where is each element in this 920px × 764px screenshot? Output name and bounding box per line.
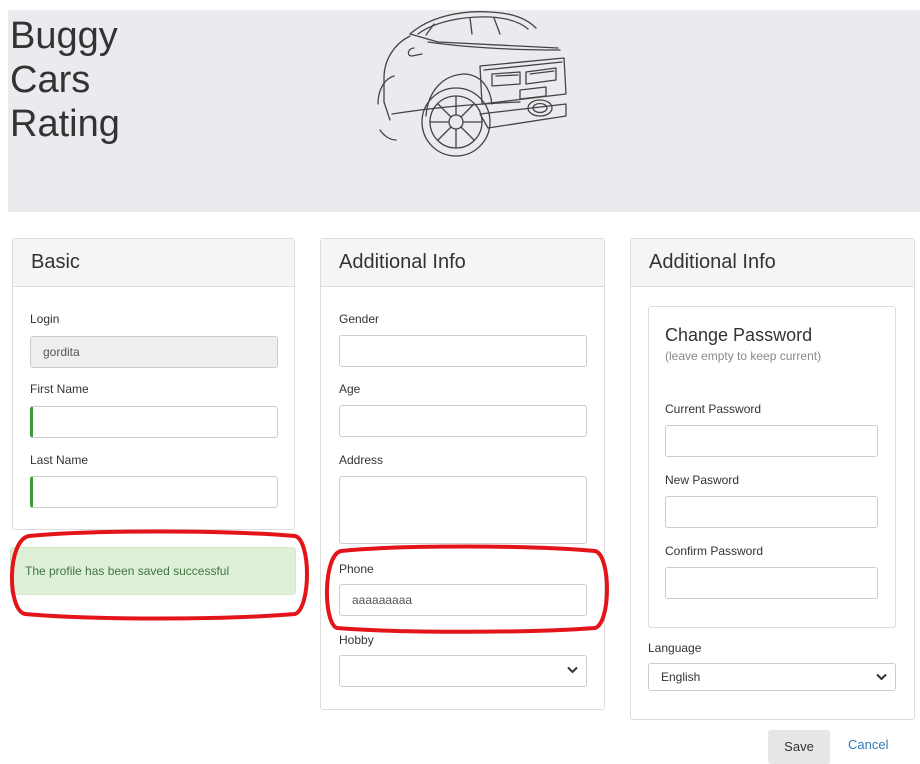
language-label: Language <box>648 641 702 655</box>
hobby-select[interactable] <box>339 655 587 687</box>
password-panel-title: Additional Info <box>631 239 914 287</box>
address-textarea[interactable] <box>339 476 587 544</box>
confirm-password-input[interactable] <box>665 567 878 599</box>
gender-input[interactable] <box>339 335 587 367</box>
change-password-title: Change Password <box>665 325 813 345</box>
hobby-label: Hobby <box>339 633 374 647</box>
brand-line-2: Cars <box>10 59 91 101</box>
save-button[interactable]: Save <box>768 730 830 764</box>
brand-title[interactable]: Buggy Cars Rating <box>10 14 120 146</box>
basic-panel-title: Basic <box>13 239 294 287</box>
first-name-input[interactable] <box>30 406 278 438</box>
language-selected-value: English <box>661 670 701 684</box>
login-value: gordita <box>43 345 80 359</box>
first-name-label: First Name <box>30 382 89 396</box>
login-field: gordita <box>30 336 278 368</box>
new-password-label: New Pasword <box>665 473 740 487</box>
highlight-ellipse-phone <box>324 544 609 634</box>
gender-label: Gender <box>339 312 380 326</box>
change-password-hint: (leave empty to keep current) <box>665 349 822 363</box>
address-label: Address <box>339 453 384 467</box>
brand-line-1: Buggy <box>10 15 118 57</box>
language-select[interactable]: English <box>648 663 896 691</box>
age-input[interactable] <box>339 405 587 437</box>
current-password-input[interactable] <box>665 425 878 457</box>
last-name-input[interactable] <box>30 476 278 508</box>
chevron-down-icon <box>567 666 578 674</box>
new-password-input[interactable] <box>665 496 878 528</box>
login-label: Login <box>30 312 60 326</box>
cancel-link[interactable]: Cancel <box>848 737 888 752</box>
current-password-label: Current Password <box>665 402 762 416</box>
last-name-label: Last Name <box>30 453 89 467</box>
confirm-password-label: Confirm Password <box>665 544 764 558</box>
highlight-ellipse-alert <box>9 529 309 621</box>
chevron-down-icon <box>876 673 887 681</box>
car-illustration-icon <box>377 11 567 157</box>
header-banner: Buggy Cars Rating <box>8 10 920 212</box>
additional-info-title: Additional Info <box>321 239 604 287</box>
brand-line-3: Rating <box>10 103 120 145</box>
age-label: Age <box>339 382 361 396</box>
